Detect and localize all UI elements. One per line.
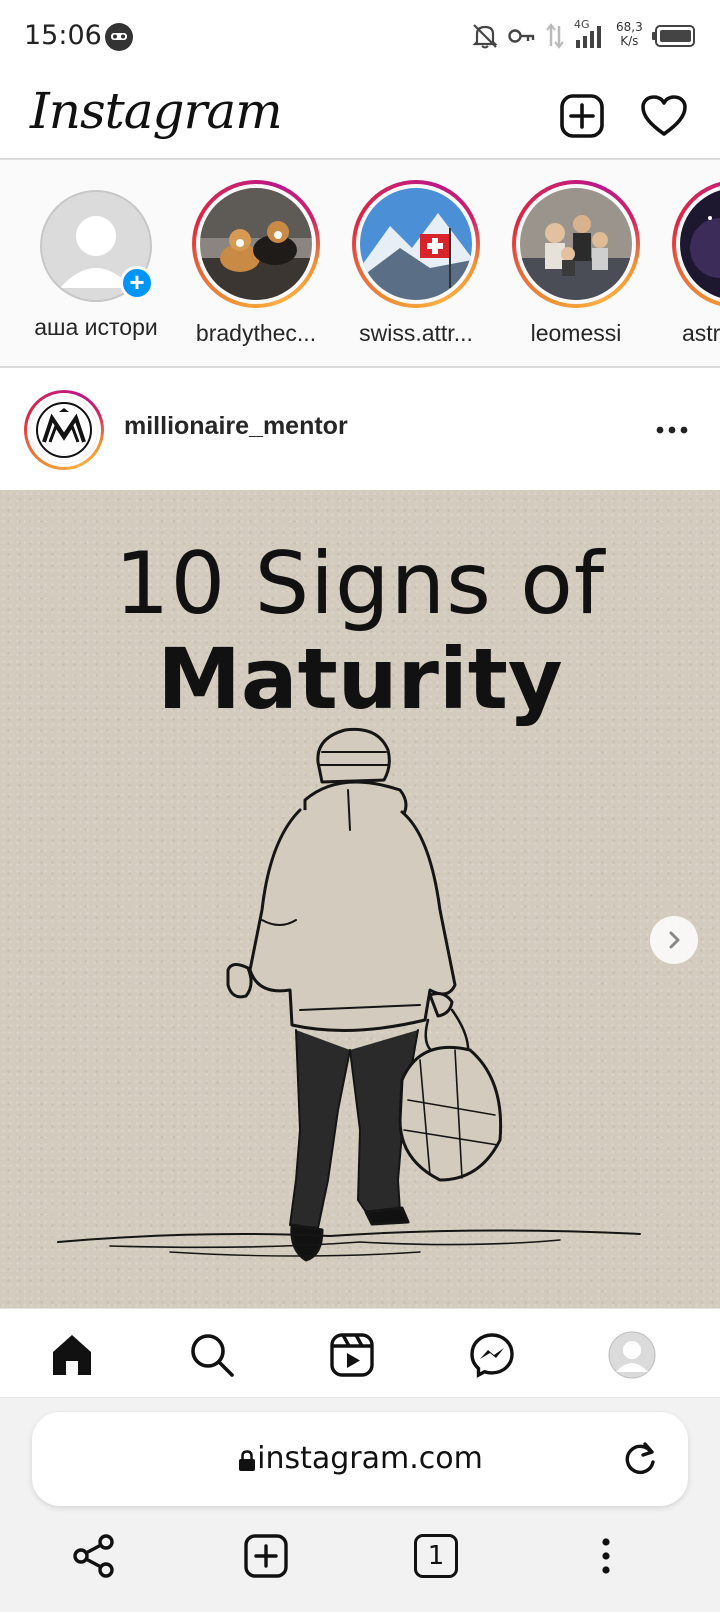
story-label: swiss.attr... — [359, 320, 473, 346]
battery-icon — [652, 24, 696, 53]
tab-count: 1 — [427, 1541, 445, 1571]
story-label: аша истори — [34, 314, 158, 340]
nav-home[interactable] — [40, 1323, 104, 1387]
share-icon — [73, 1534, 114, 1578]
data-arrows-icon — [544, 22, 566, 55]
reload-icon[interactable] — [620, 1440, 660, 1480]
bottom-nav — [0, 1308, 720, 1398]
carousel-next-button[interactable] — [650, 916, 698, 964]
url-text: instagram.com — [257, 1441, 483, 1476]
instagram-logo[interactable]: Instagram — [30, 82, 283, 140]
nav-reels[interactable] — [320, 1323, 384, 1387]
bell-off-icon — [472, 22, 498, 55]
status-bar: 15:06 4G 68,3 K/s — [0, 0, 720, 72]
post-username[interactable]: millionaire_mentor — [124, 412, 348, 441]
share-button[interactable] — [64, 1526, 124, 1586]
post-avatar — [30, 396, 98, 464]
post-image[interactable]: 10 Signs of Maturity — [0, 490, 720, 1308]
tabs-button[interactable]: 1 — [406, 1526, 466, 1586]
post-header: millionaire_mentor — [0, 370, 720, 490]
plus-square-icon — [560, 94, 604, 138]
add-story-icon[interactable]: + — [120, 266, 154, 300]
profile-avatar — [608, 1331, 656, 1379]
browser-toolbar: instagram.com 1 — [0, 1398, 720, 1612]
walking-man-illustration — [57, 727, 641, 1262]
stories-tray: + аша истори bradythec... swiss.attr... … — [0, 160, 720, 368]
story-item[interactable]: swiss.attr... — [346, 180, 486, 347]
dogs-photo — [200, 188, 312, 300]
space-photo — [680, 188, 720, 300]
family-photo — [520, 188, 632, 300]
ghost-mask-icon — [104, 22, 134, 57]
status-time: 15:06 — [24, 20, 102, 51]
new-tab-button[interactable] — [236, 1526, 296, 1586]
post-avatar-ring[interactable] — [24, 390, 104, 470]
reels-icon — [330, 1333, 374, 1377]
mm-logo-icon — [36, 402, 92, 458]
story-avatar — [360, 188, 472, 300]
story-item[interactable]: astro — [666, 180, 720, 347]
activity-button[interactable] — [638, 90, 690, 142]
mountain-flag-photo — [360, 188, 472, 300]
messenger-icon — [470, 1333, 514, 1378]
heart-icon — [641, 95, 687, 136]
key-icon — [508, 26, 536, 51]
more-options-button[interactable] — [648, 406, 696, 454]
nav-search[interactable] — [180, 1323, 244, 1387]
search-icon — [191, 1334, 234, 1377]
network-speed: 68,3 K/s — [616, 20, 643, 48]
own-avatar: + — [40, 190, 154, 302]
story-own[interactable]: + аша истори — [26, 180, 166, 341]
story-item[interactable]: leomessi — [506, 180, 646, 347]
story-label: leomessi — [530, 320, 622, 346]
home-icon — [53, 1335, 91, 1375]
add-tab-icon — [244, 1534, 288, 1578]
story-avatar — [200, 188, 312, 300]
story-item[interactable]: bradythec... — [186, 180, 326, 347]
more-horizontal-icon — [656, 426, 688, 434]
story-avatar — [680, 188, 720, 300]
chevron-right-icon — [669, 931, 680, 949]
browser-menu-button[interactable] — [576, 1526, 636, 1586]
nav-messenger[interactable] — [460, 1323, 524, 1387]
new-post-button[interactable] — [556, 90, 608, 142]
address-bar[interactable]: instagram.com — [32, 1412, 688, 1506]
app-header: Instagram — [0, 72, 720, 160]
signal-icon: 4G — [572, 18, 606, 55]
nav-profile[interactable] — [600, 1323, 664, 1387]
svg-text:4G: 4G — [574, 18, 590, 31]
tabs-icon: 1 — [414, 1534, 458, 1578]
story-avatar — [520, 188, 632, 300]
story-label: astro — [682, 320, 720, 346]
story-label: bradythec... — [195, 320, 317, 346]
more-vertical-icon — [602, 1538, 610, 1574]
